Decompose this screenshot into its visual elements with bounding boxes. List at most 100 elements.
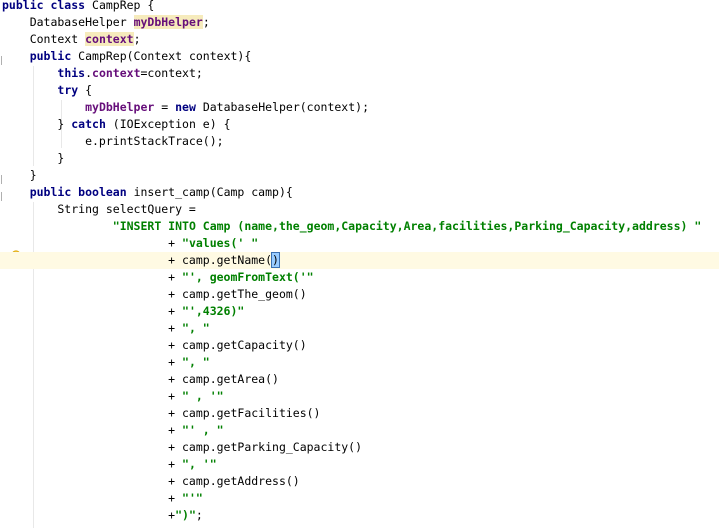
code-token[interactable]: + camp.getFacilities()	[2, 406, 320, 420]
code-token[interactable]: ;	[203, 15, 210, 29]
code-token[interactable]: "'"	[182, 491, 203, 505]
code-token[interactable]: {	[85, 83, 92, 97]
code-line[interactable]: +")";	[0, 507, 719, 524]
code-token[interactable]: ", "	[182, 321, 210, 335]
code-line[interactable]: } catch (IOException e) {	[0, 116, 719, 133]
code-text[interactable]: + camp.getParking_Capacity()	[2, 439, 362, 456]
code-editor[interactable]: public class CampRep { DatabaseHelper my…	[0, 0, 719, 528]
code-token[interactable]: +	[2, 457, 182, 471]
code-token[interactable]: DatabaseHelper	[2, 15, 134, 29]
code-text[interactable]: + " , '"	[2, 388, 224, 405]
code-token[interactable]: + camp.getParking_Capacity()	[2, 440, 362, 454]
code-text[interactable]: this.context=context;	[2, 65, 202, 82]
code-token[interactable]: + camp.getThe_geom()	[2, 287, 306, 301]
code-line[interactable]: + camp.getCapacity()	[0, 337, 719, 354]
code-token[interactable]: +	[2, 270, 182, 284]
code-token[interactable]: ", "	[182, 355, 210, 369]
code-token[interactable]: context	[85, 32, 134, 46]
code-token[interactable]: )	[271, 252, 280, 268]
code-line[interactable]: + ", '"	[0, 456, 719, 473]
code-text[interactable]: myDbHelper = new DatabaseHelper(context)…	[2, 99, 369, 116]
code-token[interactable]: insert_camp(Camp camp){	[134, 185, 293, 199]
code-token[interactable]	[2, 49, 30, 63]
code-token[interactable]: +	[2, 508, 175, 522]
code-text[interactable]: e.printStackTrace();	[2, 133, 223, 150]
code-text[interactable]: + "'"	[2, 490, 203, 507]
code-token[interactable]: try	[57, 83, 85, 97]
code-token[interactable]: " , '"	[182, 389, 224, 403]
code-token[interactable]: +	[2, 389, 182, 403]
code-token[interactable]: ", '"	[182, 457, 217, 471]
code-token[interactable]: Context	[2, 32, 85, 46]
code-line[interactable]: + camp.getFacilities()	[0, 405, 719, 422]
code-token[interactable]: public class	[2, 0, 92, 12]
code-token[interactable]: }	[2, 151, 64, 165]
code-text[interactable]: try {	[2, 82, 92, 99]
code-token[interactable]: + camp.getCapacity()	[2, 338, 306, 352]
code-line[interactable]: + camp.getThe_geom()	[0, 286, 719, 303]
code-text[interactable]: + ", "	[2, 320, 210, 337]
code-token[interactable]: e.printStackTrace();	[2, 134, 223, 148]
code-line[interactable]: this.context=context;	[0, 65, 719, 82]
code-token[interactable]: (IOException e) {	[113, 117, 231, 131]
code-line[interactable]: }	[0, 167, 719, 184]
code-token[interactable]: ")"	[175, 508, 196, 522]
code-token[interactable]: DatabaseHelper(context);	[203, 100, 369, 114]
code-text[interactable]: + ", '"	[2, 456, 217, 473]
code-token[interactable]: "values(' "	[182, 236, 258, 250]
code-token[interactable]: public boolean	[30, 185, 134, 199]
code-line[interactable]: + "values(' "	[0, 235, 719, 252]
code-text[interactable]: + camp.getThe_geom()	[2, 286, 306, 303]
code-token[interactable]: + camp.getAddress()	[2, 474, 300, 488]
code-token[interactable]: new	[175, 100, 203, 114]
code-token[interactable]: "',4326)"	[182, 304, 244, 318]
code-text[interactable]: + "',4326)"	[2, 303, 244, 320]
code-text[interactable]: DatabaseHelper myDbHelper;	[2, 14, 210, 31]
code-text[interactable]: String selectQuery =	[2, 201, 196, 218]
code-token[interactable]: public	[30, 49, 78, 63]
code-text[interactable]: + camp.getFacilities()	[2, 405, 320, 422]
code-line[interactable]: + ", "	[0, 354, 719, 371]
code-text[interactable]: + "', geomFromText('"	[2, 269, 314, 286]
code-token[interactable]: +	[2, 491, 182, 505]
code-token[interactable]	[2, 83, 57, 97]
code-token[interactable]: + camp.getName(	[2, 253, 272, 267]
code-line[interactable]: + camp.getParking_Capacity()	[0, 439, 719, 456]
code-text[interactable]: + camp.getName()	[2, 252, 280, 269]
code-token[interactable]: String selectQuery =	[2, 202, 196, 216]
code-token[interactable]: ;	[134, 32, 141, 46]
code-token[interactable]: "INSERT INTO Camp (name,the_geom,Capacit…	[113, 219, 702, 233]
code-line[interactable]: public class CampRep {	[0, 0, 719, 14]
code-line[interactable]: "INSERT INTO Camp (name,the_geom,Capacit…	[0, 218, 719, 235]
code-token[interactable]: "', geomFromText('"	[182, 270, 314, 284]
code-text[interactable]: +")";	[2, 507, 203, 524]
code-token[interactable]: +	[2, 236, 182, 250]
code-text[interactable]: }	[2, 167, 37, 184]
code-token[interactable]: catch	[71, 117, 113, 131]
code-token[interactable]: +	[2, 304, 182, 318]
code-token[interactable]: =	[154, 100, 175, 114]
code-text[interactable]: public boolean insert_camp(Camp camp){	[2, 184, 293, 201]
code-line[interactable]: Context context;	[0, 31, 719, 48]
code-token[interactable]: context	[92, 66, 140, 80]
code-token[interactable]	[2, 100, 85, 114]
code-token[interactable]	[2, 66, 57, 80]
code-line[interactable]: public CampRep(Context context){	[0, 48, 719, 65]
code-line[interactable]: try {	[0, 82, 719, 99]
code-token[interactable]: +	[2, 355, 182, 369]
code-token[interactable]: }	[2, 168, 37, 182]
code-token[interactable]: .	[85, 66, 92, 80]
code-text[interactable]: + camp.getCapacity()	[2, 337, 306, 354]
code-line[interactable]: String selectQuery =	[0, 201, 719, 218]
code-text[interactable]: }	[2, 150, 64, 167]
code-text[interactable]: public class CampRep {	[2, 0, 154, 14]
code-text[interactable]: + camp.getArea()	[2, 371, 279, 388]
code-text[interactable]: public CampRep(Context context){	[2, 48, 252, 65]
code-token[interactable]: ;	[196, 508, 203, 522]
code-token[interactable]: this	[57, 66, 85, 80]
code-line[interactable]: + camp.getArea()	[0, 371, 719, 388]
code-line[interactable]: + "', geomFromText('"	[0, 269, 719, 286]
code-line[interactable]: public boolean insert_camp(Camp camp){	[0, 184, 719, 201]
code-token[interactable]	[2, 219, 113, 233]
code-token[interactable]: CampRep(Context context){	[78, 49, 251, 63]
